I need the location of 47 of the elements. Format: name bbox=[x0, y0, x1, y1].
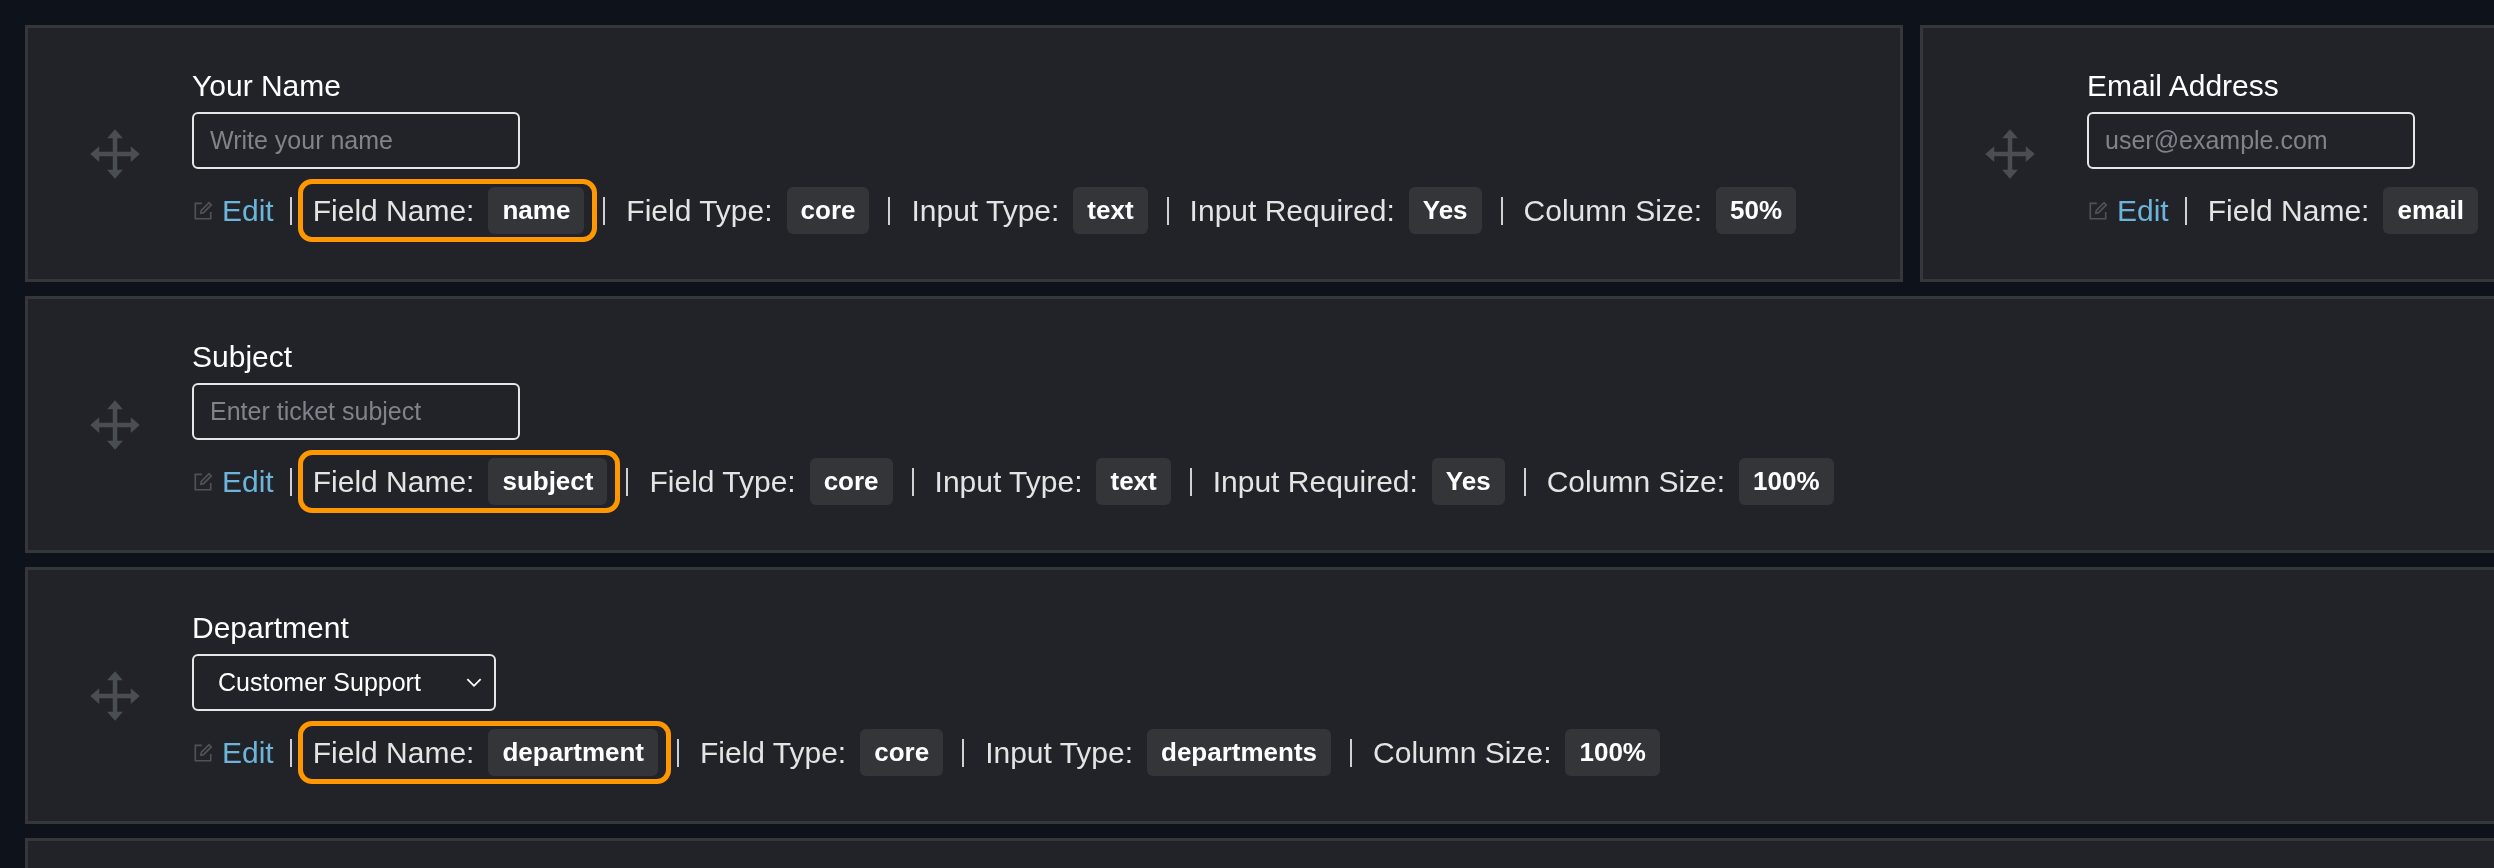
field-label: Department bbox=[192, 610, 349, 645]
edit-link[interactable]: Edit bbox=[222, 193, 274, 228]
meta-label: Input Type: bbox=[911, 193, 1060, 228]
meta-value: core bbox=[809, 458, 893, 505]
meta-label: Field Type: bbox=[649, 464, 796, 499]
edit-icon[interactable] bbox=[192, 741, 214, 764]
meta-label: Column Size: bbox=[1546, 464, 1726, 499]
meta-label: Input Required: bbox=[1189, 193, 1395, 228]
meta-label: Input Type: bbox=[985, 735, 1133, 770]
field-label: Email Address bbox=[2087, 68, 2279, 103]
field-label: Your Name bbox=[192, 68, 341, 103]
text-input[interactable]: Enter ticket subject bbox=[192, 382, 520, 440]
meta-label: Field Type: bbox=[700, 735, 847, 770]
meta-value: text bbox=[1073, 187, 1148, 234]
text-input[interactable]: Write your name bbox=[192, 111, 520, 169]
caret-icon bbox=[466, 676, 482, 688]
edit-icon[interactable] bbox=[192, 470, 214, 493]
meta-value: text bbox=[1096, 458, 1171, 505]
meta-value: 100% bbox=[1739, 458, 1834, 505]
meta-value: department bbox=[488, 729, 658, 776]
meta-label: Field Name: bbox=[312, 193, 475, 228]
text-input[interactable]: user@example.com bbox=[2087, 111, 2415, 169]
meta-label: Input Type: bbox=[934, 464, 1083, 499]
meta-value: Yes bbox=[1431, 458, 1505, 505]
meta-label: Field Name: bbox=[312, 464, 475, 499]
meta-value: core bbox=[786, 187, 870, 234]
meta-label: Field Type: bbox=[626, 193, 773, 228]
meta-label: Input Required: bbox=[1212, 464, 1418, 499]
department-select[interactable]: Customer Support bbox=[192, 653, 496, 711]
edit-icon[interactable] bbox=[2087, 199, 2109, 222]
meta-value: 100% bbox=[1565, 729, 1660, 776]
meta-value: departments bbox=[1147, 729, 1332, 776]
edit-link[interactable]: Edit bbox=[222, 464, 274, 499]
edit-icon[interactable] bbox=[192, 199, 214, 222]
field-label: Subject bbox=[192, 339, 293, 374]
meta-value: 50% bbox=[1716, 187, 1797, 234]
meta-value: name bbox=[488, 187, 585, 234]
meta-value: subject bbox=[488, 458, 608, 505]
meta-label: Column Size: bbox=[1373, 735, 1552, 770]
meta-label: Field Name: bbox=[2207, 193, 2370, 228]
meta-value: core bbox=[860, 729, 944, 776]
edit-link[interactable]: Edit bbox=[222, 735, 274, 770]
meta-value: Yes bbox=[1408, 187, 1482, 234]
meta-label: Column Size: bbox=[1523, 193, 1702, 228]
meta-label: Field Name: bbox=[312, 735, 475, 770]
edit-link[interactable]: Edit bbox=[2117, 193, 2169, 228]
meta-value: email bbox=[2383, 187, 2478, 234]
